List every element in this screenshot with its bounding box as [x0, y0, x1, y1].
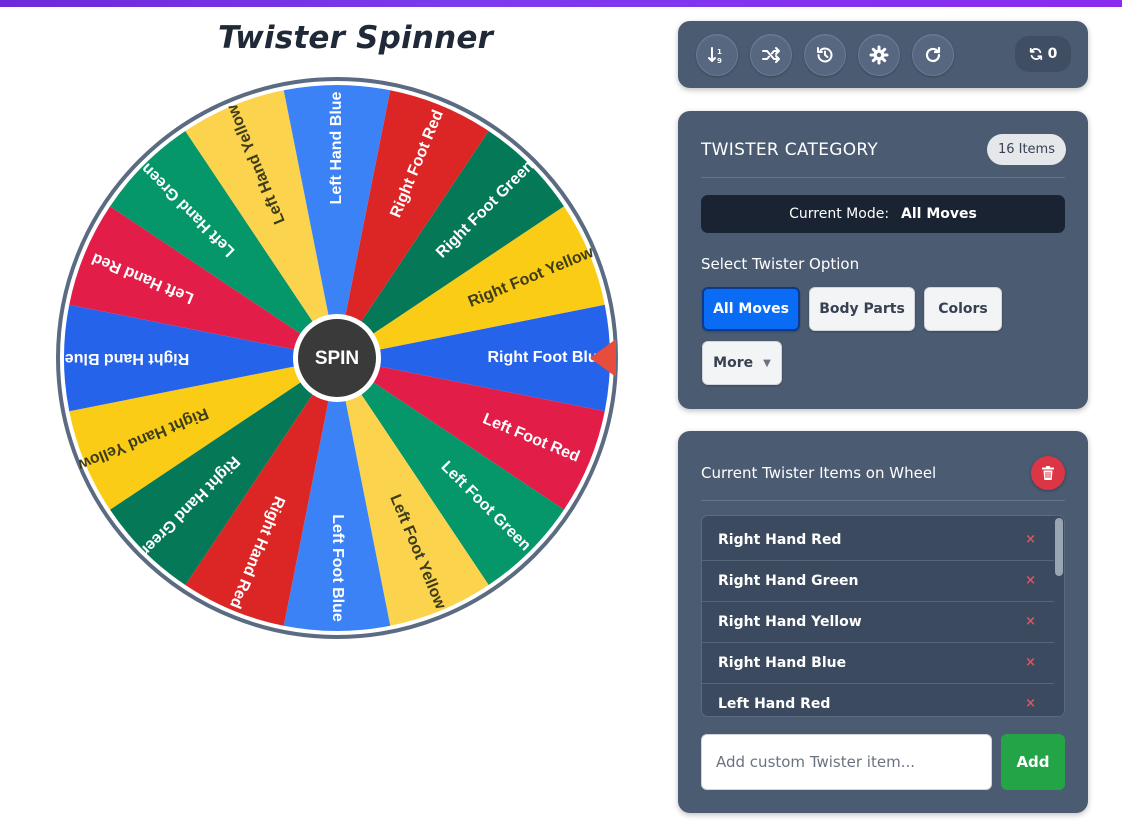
remove-item-button[interactable]: ×	[1025, 614, 1036, 629]
settings-button[interactable]	[858, 34, 900, 76]
item-label: Right Hand Blue	[718, 655, 847, 671]
wheel-segment-label: Right Foot Blue	[487, 349, 606, 366]
history-button[interactable]	[804, 34, 846, 76]
remove-item-button[interactable]: ×	[1025, 696, 1036, 711]
shuffle-icon	[762, 47, 780, 63]
spin-count-value: 0	[1047, 46, 1058, 62]
list-item: Right Hand Green ×	[702, 561, 1054, 602]
list-item: Right Hand Yellow ×	[702, 602, 1054, 643]
reset-icon	[925, 46, 941, 63]
gear-icon	[869, 45, 889, 65]
scrollbar[interactable]	[1054, 516, 1064, 716]
clear-all-button[interactable]	[1031, 456, 1065, 490]
current-mode-bar: Current Mode: All Moves	[701, 195, 1065, 233]
option-more-dropdown[interactable]: More ▼	[702, 341, 782, 385]
wheel-graphic[interactable]: Right Foot BlueLeft Foot RedLeft Foot Gr…	[50, 70, 630, 650]
divider	[701, 500, 1065, 501]
option-body-parts-button[interactable]: Body Parts	[809, 287, 915, 331]
svg-text:1: 1	[717, 48, 722, 56]
spinner-wheel[interactable]: Right Foot Blue Left Foot Red Left Foot Gr…	[50, 70, 630, 650]
mode-value: All Moves	[901, 206, 977, 222]
sync-icon	[1029, 47, 1042, 61]
add-item-input[interactable]	[701, 734, 992, 790]
shuffle-button[interactable]	[750, 34, 792, 76]
sort-icon: 1 9	[708, 47, 722, 65]
option-label: Select Twister Option	[701, 255, 860, 273]
item-label: Right Hand Red	[718, 532, 842, 548]
svg-text:9: 9	[717, 57, 722, 65]
item-label: Right Hand Green	[718, 573, 859, 589]
list-item: Left Hand Red ×	[702, 684, 1054, 716]
option-all-moves-button[interactable]: All Moves	[702, 287, 800, 331]
item-label: Right Hand Yellow	[718, 614, 862, 630]
option-colors-button[interactable]: Colors	[924, 287, 1002, 331]
wheel-segment-label: Left Hand Blue	[328, 91, 345, 204]
remove-item-button[interactable]: ×	[1025, 532, 1036, 547]
items-count-badge: 16 Items	[986, 134, 1066, 165]
item-label: Left Hand Red	[718, 696, 831, 712]
list-item: Right Hand Blue ×	[702, 643, 1054, 684]
items-list: Right Hand Red × Right Hand Green × Righ…	[701, 515, 1065, 717]
caret-down-icon: ▼	[763, 357, 771, 369]
top-accent-bar	[0, 0, 1122, 7]
toolbar-panel: 1 9 0	[678, 21, 1088, 88]
page-title: Twister Spinner	[218, 20, 494, 56]
list-item: Right Hand Red ×	[702, 520, 1054, 561]
spin-count-badge: 0	[1015, 36, 1071, 72]
wheel-segment-label: Left Foot Blue	[329, 514, 346, 622]
mode-label: Current Mode:	[789, 206, 890, 222]
wheel-segment-label: Right Hand Blue	[65, 350, 190, 367]
category-title: TWISTER CATEGORY	[701, 140, 879, 160]
reset-button[interactable]	[912, 34, 954, 76]
remove-item-button[interactable]: ×	[1025, 573, 1036, 588]
trash-icon	[1042, 466, 1054, 480]
history-icon	[817, 47, 833, 63]
divider	[701, 177, 1065, 178]
spin-label: SPIN	[315, 348, 359, 369]
items-title: Current Twister Items on Wheel	[701, 464, 937, 482]
wheel-items-panel: Current Twister Items on Wheel Right Han…	[678, 431, 1088, 813]
scrollbar-thumb[interactable]	[1055, 518, 1063, 576]
spin-button[interactable]: SPIN	[293, 314, 381, 402]
sort-button[interactable]: 1 9	[696, 34, 738, 76]
add-item-button[interactable]: Add	[1001, 734, 1065, 790]
category-panel: TWISTER CATEGORY 16 Items Current Mode: …	[678, 111, 1088, 409]
more-label: More	[713, 355, 754, 371]
remove-item-button[interactable]: ×	[1025, 655, 1036, 670]
